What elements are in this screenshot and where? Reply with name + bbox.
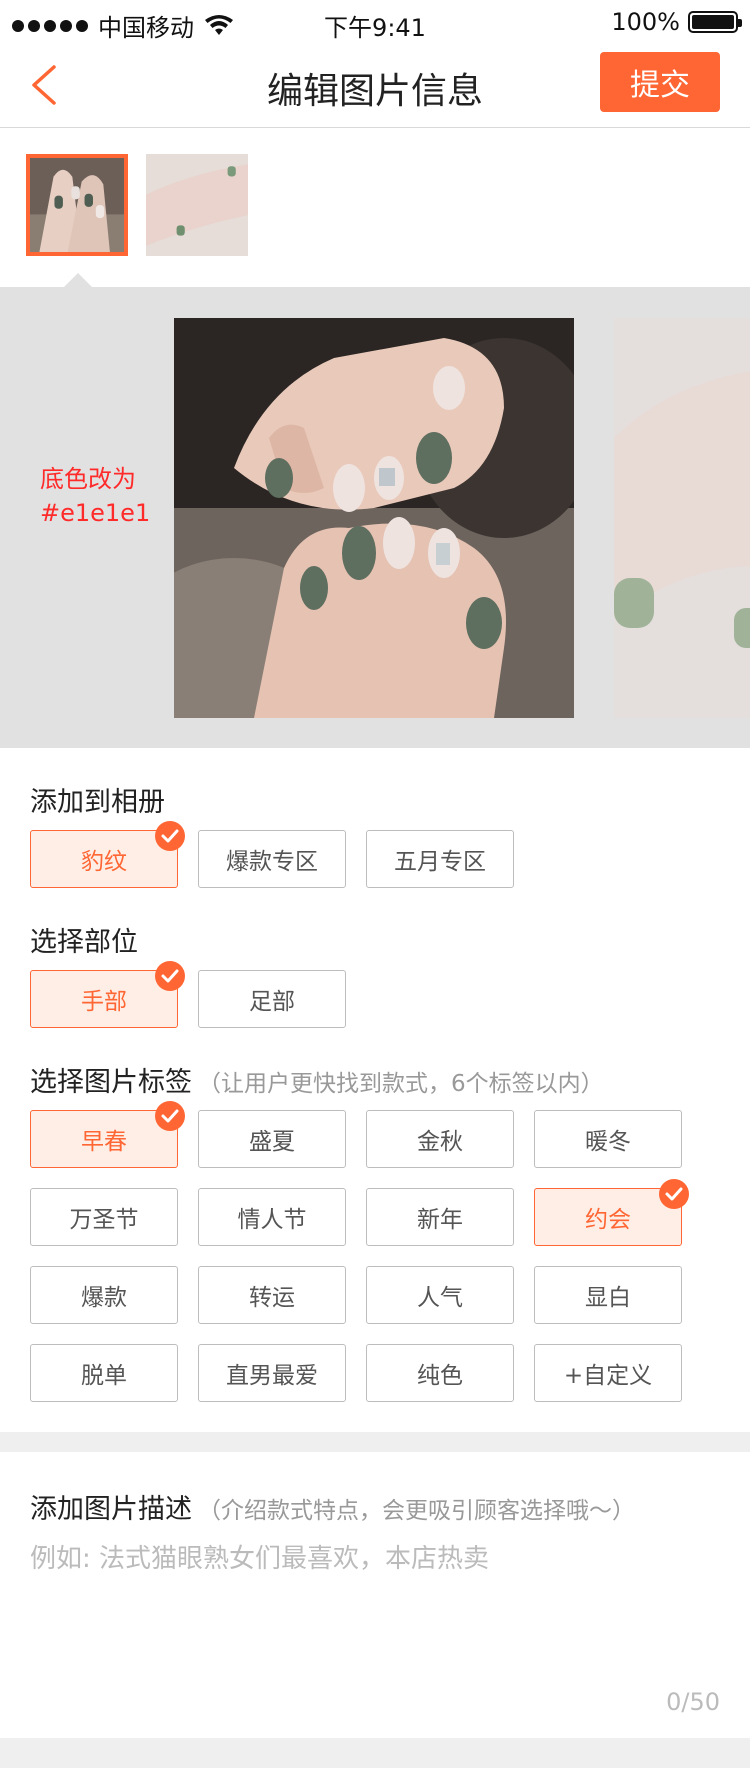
option-chip[interactable]: 显白	[534, 1266, 682, 1324]
option-chip-label: 人气	[417, 1285, 463, 1311]
option-chip-label: 暖冬	[585, 1129, 631, 1155]
option-chip[interactable]: 早春	[30, 1101, 185, 1168]
section-divider	[0, 1432, 750, 1452]
option-chip-label: 爆款专区	[226, 849, 318, 875]
option-chip[interactable]: 爆款	[30, 1266, 178, 1324]
option-chip-label: 五月专区	[394, 849, 486, 875]
option-chip[interactable]: 纯色	[366, 1344, 514, 1402]
status-bar: 中国移动 下午9:41 100%	[0, 0, 750, 42]
option-chip[interactable]: 转运	[198, 1266, 346, 1324]
bottom-strip	[0, 1738, 750, 1768]
option-chip[interactable]: 暖冬	[534, 1110, 682, 1168]
next-nail-photo[interactable]	[614, 318, 750, 718]
part-title: 选择部位	[30, 927, 138, 958]
battery-icon	[688, 11, 742, 33]
option-chip[interactable]: 五月专区	[366, 830, 514, 888]
checkmark-icon	[155, 1101, 185, 1131]
option-chip[interactable]: 爆款专区	[198, 830, 346, 888]
image-preview-area: 底色改为 #e1e1e1	[0, 287, 750, 748]
option-chip-label: +自定义	[563, 1363, 653, 1389]
option-chip[interactable]: 盛夏	[198, 1110, 346, 1168]
description-title: 添加图片描述	[30, 1494, 192, 1525]
option-chip[interactable]: 新年	[366, 1188, 514, 1246]
thumbnail-2[interactable]	[146, 154, 248, 256]
option-chip-label: 足部	[249, 989, 295, 1015]
description-hint: （介绍款式特点，会更吸引顾客选择哦～）	[198, 1498, 635, 1524]
thumbnail-strip	[0, 130, 750, 287]
option-chip[interactable]: 脱单	[30, 1344, 178, 1402]
thumbnail-1[interactable]	[26, 154, 128, 256]
option-chip[interactable]: +自定义	[534, 1344, 682, 1402]
option-chip[interactable]: 人气	[366, 1266, 514, 1324]
status-right: 100%	[611, 8, 742, 36]
option-chip-label: 盛夏	[249, 1129, 295, 1155]
album-section-title: 添加到相册	[30, 780, 165, 819]
tags-section-title: 选择图片标签 （让用户更快找到款式，6个标签以内）	[30, 1060, 604, 1099]
option-chip-label: 显白	[585, 1285, 631, 1311]
checkmark-icon	[155, 961, 185, 991]
option-chip-label: 直男最爱	[226, 1363, 318, 1389]
option-chip[interactable]: 手部	[30, 961, 185, 1028]
option-chip-label: 转运	[249, 1285, 295, 1311]
nav-bar: 编辑图片信息 提交	[0, 42, 750, 128]
option-chip-label: 情人节	[237, 1207, 307, 1233]
option-chip-label: 纯色	[417, 1363, 463, 1389]
option-chip[interactable]: 直男最爱	[198, 1344, 346, 1402]
thumbnail-pointer	[64, 273, 92, 287]
option-chip-label: 豹纹	[81, 849, 127, 875]
option-chip[interactable]: 情人节	[198, 1188, 346, 1246]
design-note: 底色改为 #e1e1e1	[40, 462, 150, 530]
main-nail-photo[interactable]	[174, 318, 574, 718]
option-chip-label: 手部	[81, 989, 127, 1015]
checkmark-icon	[659, 1179, 689, 1209]
option-chip[interactable]: 足部	[198, 970, 346, 1028]
nail-photo-thumbnail	[30, 158, 124, 252]
option-chip[interactable]: 约会	[534, 1179, 689, 1246]
option-chip-label: 脱单	[81, 1363, 127, 1389]
tags-hint: （让用户更快找到款式，6个标签以内）	[198, 1071, 604, 1097]
option-chip-label: 约会	[585, 1207, 631, 1233]
description-input[interactable]: 例如: 法式猫眼熟女们最喜欢，本店热卖	[30, 1538, 489, 1575]
description-section-title: 添加图片描述 （介绍款式特点，会更吸引顾客选择哦～）	[30, 1487, 635, 1526]
nail-photo-thumbnail	[146, 154, 248, 256]
option-chip-label: 爆款	[81, 1285, 127, 1311]
tags-title: 选择图片标签	[30, 1067, 192, 1098]
part-section-title: 选择部位	[30, 920, 138, 959]
note-text: 底色改为 #e1e1e1	[40, 465, 151, 527]
album-title: 添加到相册	[30, 787, 165, 818]
option-chip[interactable]: 豹纹	[30, 821, 185, 888]
checkmark-icon	[155, 821, 185, 851]
option-chip[interactable]: 金秋	[366, 1110, 514, 1168]
submit-button[interactable]: 提交	[600, 52, 720, 112]
option-chip-label: 早春	[81, 1129, 127, 1155]
option-chip-label: 新年	[417, 1207, 463, 1233]
option-chip-label: 金秋	[417, 1129, 463, 1155]
option-chip[interactable]: 万圣节	[30, 1188, 178, 1246]
battery-percent: 100%	[611, 8, 680, 36]
option-chip-label: 万圣节	[69, 1207, 139, 1233]
character-counter: 0/50	[666, 1688, 720, 1716]
